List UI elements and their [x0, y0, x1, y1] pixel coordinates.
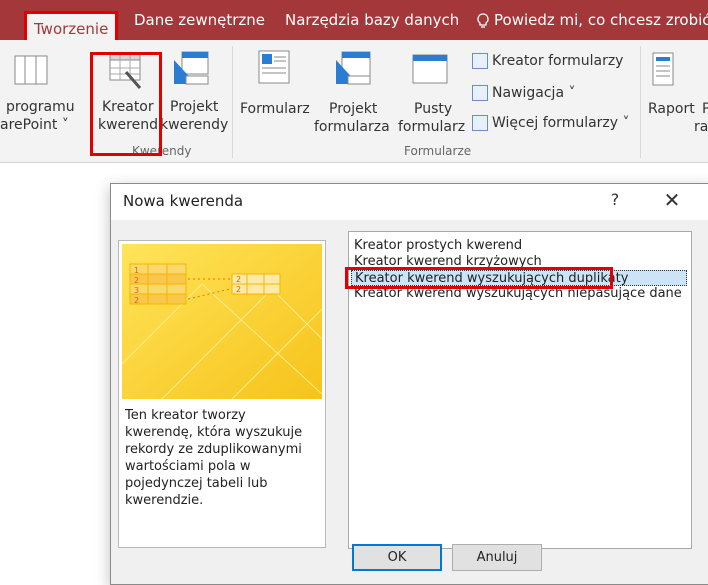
- query-wizard-button[interactable]: Kreator kwerend: [94, 44, 158, 140]
- svg-text:2: 2: [134, 276, 139, 285]
- query-design-button[interactable]: Projekt kwerendy: [158, 44, 229, 140]
- form-design-icon: [336, 51, 371, 85]
- new-query-dialog: Nowa kwerenda ? ✕ 1 2 3 2 2 2 Ten kreato…: [110, 183, 708, 585]
- wizard-preview-panel: 1 2 3 2 2 2 Ten kreator tworzy kwerendę,…: [118, 240, 326, 548]
- group-label-formularze: Formularze: [404, 144, 472, 158]
- blank-form-label-1: Pusty: [414, 101, 453, 117]
- report-button[interactable]: Raport P ra: [646, 44, 708, 140]
- list-item[interactable]: Kreator kwerend wyszukujących niepasując…: [351, 286, 685, 302]
- report-design-label-1: P: [702, 101, 708, 117]
- report-icon: [652, 52, 674, 86]
- ribbon-tab-bar: Tworzenie Dane zewnętrzne Narzędzia bazy…: [0, 0, 708, 47]
- form-wizard-icon: [472, 53, 488, 69]
- more-forms-icon: [472, 115, 488, 131]
- blank-form-label-2: formularz: [398, 119, 466, 135]
- form-design-label-2: formularza: [314, 119, 390, 135]
- navigation-button[interactable]: Nawigacja ˅: [472, 82, 575, 104]
- help-button[interactable]: ?: [604, 190, 626, 209]
- blank-form-button[interactable]: Pusty formularz: [398, 44, 468, 140]
- query-wizard-label-2: kwerend: [98, 117, 158, 133]
- query-design-label-1: Projekt: [170, 99, 219, 115]
- dialog-titlebar: Nowa kwerenda ? ✕: [111, 184, 708, 220]
- navigation-icon: [472, 85, 488, 101]
- sharepoint-label-1: programu: [6, 99, 75, 115]
- cancel-button[interactable]: Anuluj: [452, 544, 542, 571]
- navigation-label: Nawigacja ˅: [492, 85, 576, 101]
- form-label: Formularz: [240, 101, 310, 117]
- tab-narzedzia-bazy-danych[interactable]: Narzędzia bazy danych: [285, 0, 459, 40]
- lightbulb-icon: [477, 12, 489, 28]
- form-wizard-label: Kreator formularzy: [492, 53, 624, 69]
- more-forms-button[interactable]: Więcej formularzy ˅: [472, 112, 630, 134]
- report-label: Raport: [648, 101, 695, 117]
- sharepoint-table-icon: [14, 55, 48, 85]
- report-design-label-2: ra: [694, 119, 708, 135]
- duplicate-query-illustration: 1 2 3 2 2 2: [122, 244, 322, 399]
- wizard-description: Ten kreator tworzy kwerendę, która wyszu…: [125, 408, 303, 508]
- tab-dane-zewnetrzne[interactable]: Dane zewnętrzne: [134, 0, 265, 40]
- tell-me-text: Powiedz mi, co chcesz zrobić...: [494, 11, 708, 29]
- list-item[interactable]: Kreator kwerend krzyżowych: [351, 254, 545, 270]
- group-label-kwerendy: Kwerendy: [132, 144, 192, 158]
- svg-text:3: 3: [134, 286, 139, 295]
- ribbon: programu arePoint ˅ Kreator kwerend Proj…: [0, 40, 708, 163]
- sharepoint-label-2: arePoint ˅: [0, 117, 69, 133]
- form-wizard-button[interactable]: Kreator formularzy: [472, 50, 623, 72]
- svg-text:2: 2: [236, 275, 241, 284]
- blank-form-icon: [412, 54, 448, 84]
- form-icon: [258, 50, 290, 84]
- ok-button[interactable]: OK: [352, 544, 442, 571]
- group-separator: [640, 46, 641, 158]
- tell-me-box[interactable]: Powiedz mi, co chcesz zrobić...: [476, 0, 708, 40]
- more-forms-label: Więcej formularzy ˅: [492, 115, 630, 131]
- query-design-label-2: kwerendy: [160, 117, 229, 133]
- sharepoint-button[interactable]: programu arePoint ˅: [0, 44, 75, 144]
- form-button[interactable]: Formularz: [238, 44, 310, 140]
- form-design-label-1: Projekt: [329, 101, 378, 117]
- query-type-list[interactable]: Kreator prostych kwerend Kreator kwerend…: [348, 231, 692, 549]
- list-item[interactable]: Kreator prostych kwerend: [351, 238, 525, 254]
- close-button[interactable]: ✕: [659, 188, 685, 212]
- svg-text:2: 2: [134, 296, 139, 305]
- query-wizard-icon: [109, 53, 142, 89]
- form-design-button[interactable]: Projekt formularza: [312, 44, 398, 140]
- dialog-title: Nowa kwerenda: [123, 192, 244, 210]
- svg-text:1: 1: [134, 266, 139, 275]
- query-wizard-label-1: Kreator: [102, 99, 154, 115]
- query-design-icon: [174, 51, 209, 85]
- group-separator: [232, 46, 233, 158]
- svg-text:2: 2: [236, 285, 241, 294]
- list-item-selected[interactable]: Kreator kwerend wyszukujących duplikaty: [351, 270, 687, 286]
